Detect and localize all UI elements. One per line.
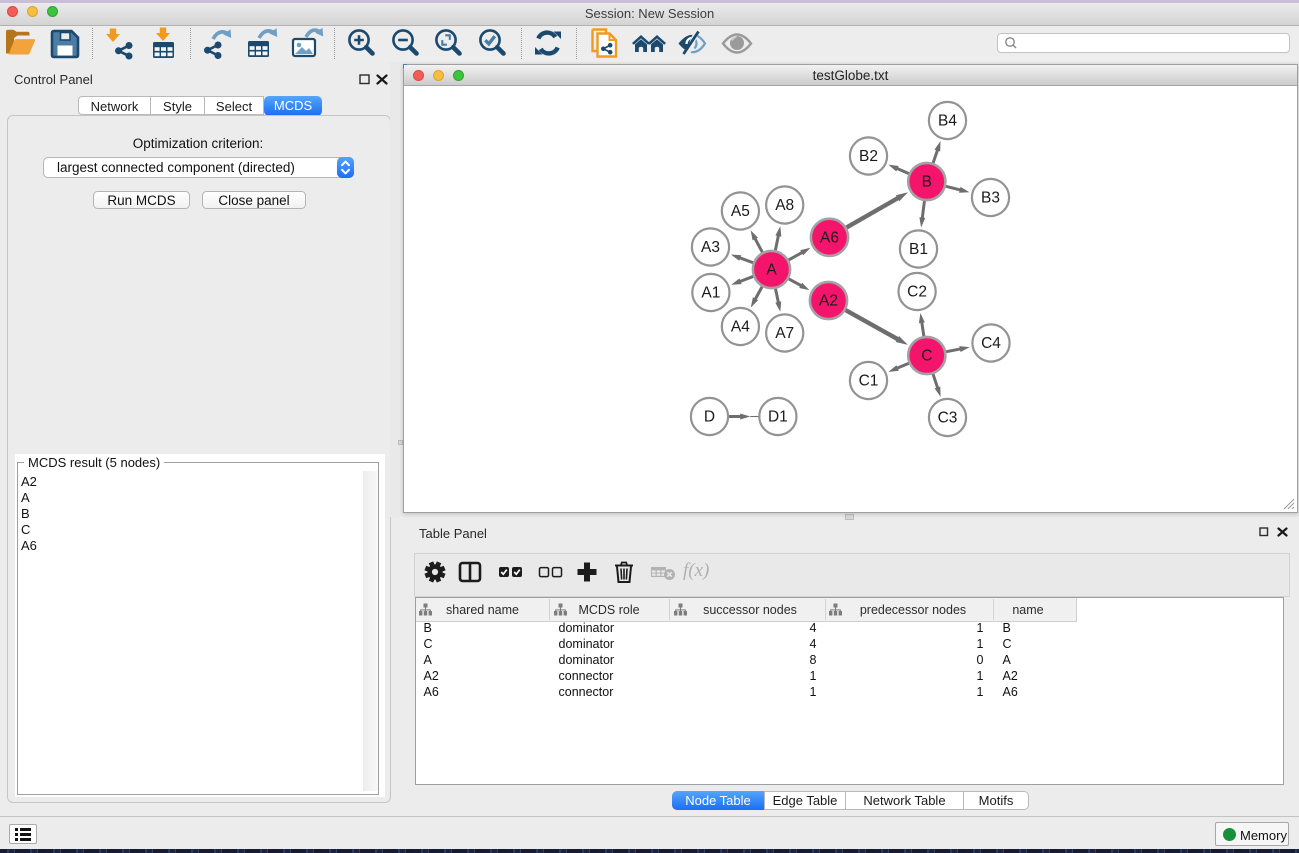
svg-text:B: B [922, 174, 932, 191]
svg-text:C1: C1 [859, 373, 879, 390]
svg-text:A7: A7 [775, 325, 794, 342]
svg-text:D1: D1 [768, 409, 788, 426]
svg-text:B1: B1 [909, 241, 928, 258]
svg-text:A: A [766, 262, 777, 279]
svg-text:A5: A5 [731, 203, 750, 220]
svg-text:B2: B2 [859, 148, 878, 165]
svg-text:A4: A4 [731, 319, 750, 336]
svg-text:C: C [921, 348, 932, 365]
svg-text:A2: A2 [819, 293, 838, 310]
svg-text:D: D [704, 409, 715, 426]
svg-text:A8: A8 [775, 197, 794, 214]
svg-text:A3: A3 [701, 239, 720, 256]
svg-text:B3: B3 [981, 190, 1000, 207]
svg-text:C2: C2 [907, 284, 927, 301]
svg-text:A1: A1 [701, 285, 720, 302]
svg-text:A6: A6 [820, 229, 839, 246]
svg-text:B4: B4 [938, 113, 957, 130]
svg-text:C4: C4 [981, 335, 1001, 352]
svg-text:C3: C3 [938, 410, 958, 427]
